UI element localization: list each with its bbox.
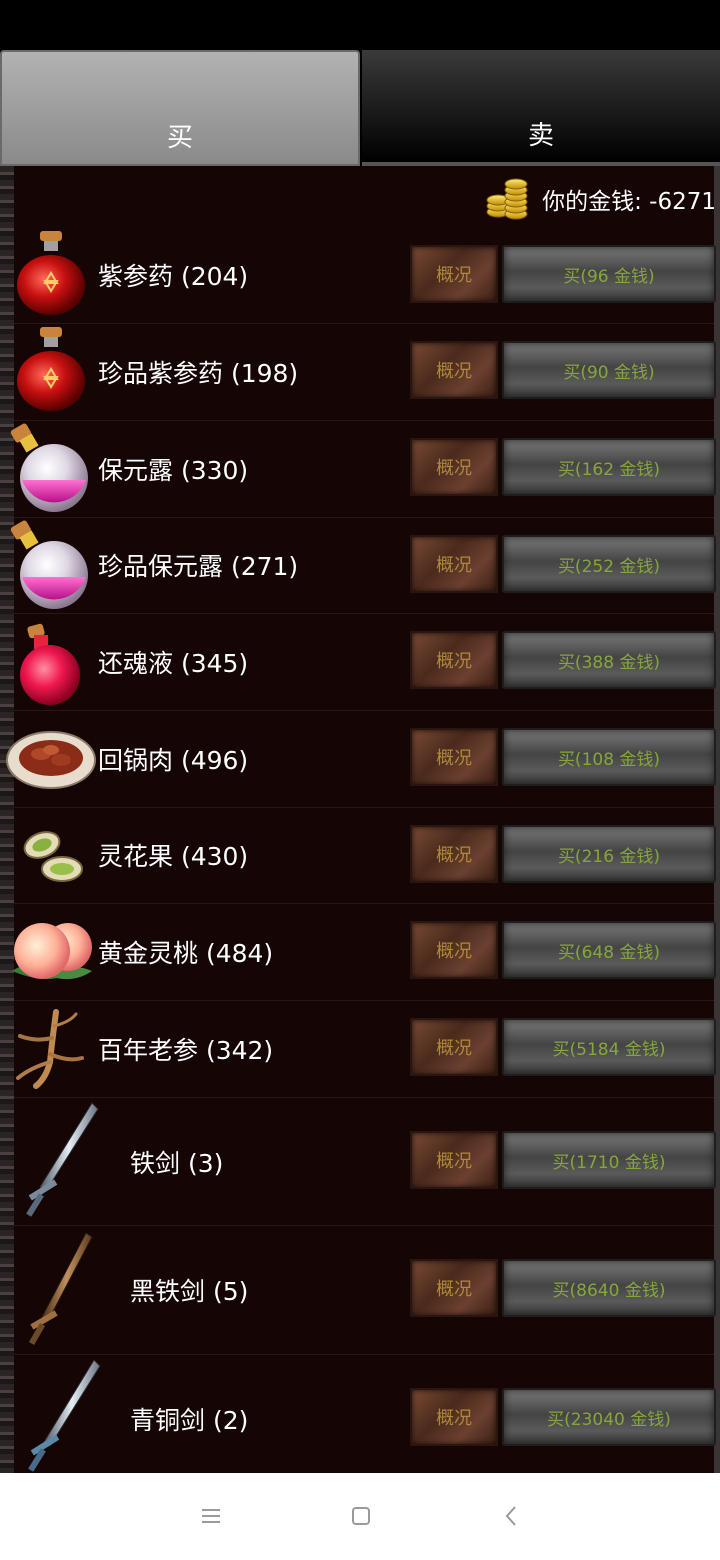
item-name: 珍品紫参药 (198): [98, 359, 299, 388]
home-icon[interactable]: [346, 1501, 376, 1531]
item-buy-button[interactable]: 买(648 金钱): [502, 921, 716, 979]
item-buy-button[interactable]: 买(162 金钱): [502, 438, 716, 496]
pink-potion-icon: [10, 520, 88, 609]
tab-bar: 买 卖: [0, 50, 720, 166]
item-name: 保元露 (330): [98, 456, 249, 485]
money-display: 你的金钱: -6271: [484, 174, 716, 224]
item-buy-button[interactable]: 买(108 金钱): [502, 728, 716, 786]
bronze-sword-icon: [28, 1359, 101, 1472]
item-row: 保元露 (330) 概况 买(162 金钱): [10, 420, 716, 518]
red-potion-icon: [17, 327, 85, 411]
item-row: 紫参药 (204) 概况 买(96 金钱): [14, 227, 716, 324]
item-row: 灵花果 (430) 概况 买(216 金钱): [14, 807, 716, 904]
item-row: 百年老参 (342) 概况 买(5184 金钱): [14, 1000, 716, 1098]
item-name: 还魂液 (345): [98, 649, 249, 678]
item-info-button[interactable]: 概况: [410, 535, 498, 593]
item-info-button[interactable]: 概况: [410, 438, 498, 496]
item-row: 珍品紫参药 (198) 概况 买(90 金钱): [14, 323, 716, 421]
item-name: 百年老参 (342): [98, 1036, 274, 1065]
item-name: 紫参药 (204): [98, 262, 249, 291]
menu-icon[interactable]: [196, 1501, 226, 1531]
item-info-button[interactable]: 概况: [410, 245, 498, 303]
item-name: 回锅肉 (496): [98, 746, 249, 775]
item-row: 黄金灵桃 (484) 概况 买(648 金钱): [12, 903, 716, 1001]
item-info-button[interactable]: 概况: [410, 631, 498, 689]
item-info-button[interactable]: 概况: [410, 1259, 498, 1317]
item-row: 青铜剑 (2) 概况 买(23040 金钱): [14, 1354, 716, 1473]
item-buy-button[interactable]: 买(23040 金钱): [502, 1388, 716, 1446]
item-buy-button[interactable]: 买(388 金钱): [502, 631, 716, 689]
item-info-button[interactable]: 概况: [410, 1131, 498, 1189]
back-icon[interactable]: [496, 1501, 526, 1531]
item-info-button[interactable]: 概况: [410, 1388, 498, 1446]
peach-icon: [12, 923, 92, 980]
item-info-button[interactable]: 概况: [410, 341, 498, 399]
system-nav-bar: [0, 1473, 720, 1560]
shop-list[interactable]: 你的金钱: -6271 紫参药 (204) 概况 买(96 金钱) 珍品紫参药 …: [0, 166, 720, 1473]
tab-buy[interactable]: 买: [0, 50, 360, 166]
crimson-potion-icon: [20, 623, 80, 705]
item-buy-button[interactable]: 买(8640 金钱): [502, 1259, 716, 1317]
item-buy-button[interactable]: 买(252 金钱): [502, 535, 716, 593]
item-info-button[interactable]: 概况: [410, 1018, 498, 1076]
item-row: 铁剑 (3) 概况 买(1710 金钱): [14, 1097, 716, 1226]
meat-dish-icon: [6, 731, 96, 789]
item-buy-button[interactable]: 买(1710 金钱): [502, 1131, 716, 1189]
item-buy-button[interactable]: 买(5184 金钱): [502, 1018, 716, 1076]
item-name: 珍品保元露 (271): [98, 552, 299, 581]
item-row: 还魂液 (345) 概况 买(388 金钱): [14, 613, 716, 711]
item-name: 黑铁剑 (5): [130, 1277, 249, 1306]
item-row: 回锅肉 (496) 概况 买(108 金钱): [6, 710, 716, 808]
black-iron-sword-icon: [28, 1232, 93, 1346]
item-info-button[interactable]: 概况: [410, 728, 498, 786]
item-name: 青铜剑 (2): [130, 1406, 249, 1435]
item-buy-button[interactable]: 买(96 金钱): [502, 245, 716, 303]
item-name: 灵花果 (430): [98, 842, 249, 871]
money-text: 你的金钱: -6271: [542, 189, 716, 215]
item-buy-button[interactable]: 买(90 金钱): [502, 341, 716, 399]
item-row: 黑铁剑 (5) 概况 买(8640 金钱): [14, 1225, 716, 1355]
red-potion-icon: [17, 231, 85, 315]
gold-coins-icon: [486, 178, 528, 220]
item-buy-button[interactable]: 买(216 金钱): [502, 825, 716, 883]
item-info-button[interactable]: 概况: [410, 825, 498, 883]
nut-icon: [23, 831, 83, 882]
item-row: 珍品保元露 (271) 概况 买(252 金钱): [10, 517, 716, 614]
item-name: 铁剑 (3): [130, 1149, 224, 1178]
item-name: 黄金灵桃 (484): [98, 939, 274, 968]
tab-sell[interactable]: 卖: [362, 50, 720, 166]
status-bar: [0, 0, 720, 50]
ginseng-icon: [16, 1009, 84, 1089]
pink-potion-icon: [10, 423, 88, 512]
item-info-button[interactable]: 概况: [410, 921, 498, 979]
iron-sword-icon: [26, 1102, 99, 1217]
